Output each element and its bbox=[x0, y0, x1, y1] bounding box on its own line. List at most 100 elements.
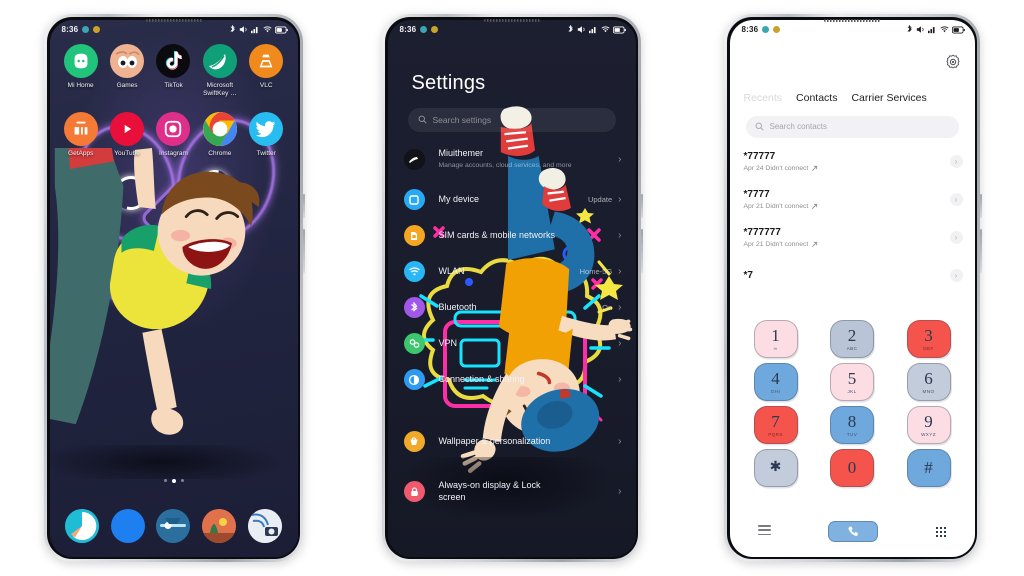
app-tiktok[interactable]: TikTok bbox=[151, 43, 195, 98]
app-chrome[interactable]: Chrome bbox=[198, 111, 242, 158]
app-instagram[interactable]: Instagram bbox=[151, 111, 195, 158]
dial-key-6[interactable]: 6 MNO bbox=[906, 362, 951, 401]
dial-key-8[interactable]: 8 TUV bbox=[830, 405, 874, 444]
bluetooth-icon bbox=[403, 297, 425, 318]
setting-title: SIM cards & mobile networks bbox=[438, 229, 556, 240]
tab-contacts[interactable]: Contacts bbox=[796, 92, 837, 104]
app-getapps[interactable]: GetApps bbox=[59, 111, 103, 158]
app-label: GetApps bbox=[68, 149, 94, 157]
dial-key-hash[interactable]: # bbox=[906, 448, 951, 487]
setting-title: Miuithemer bbox=[438, 148, 484, 159]
dial-key-9[interactable]: 9 WXYZ bbox=[906, 405, 951, 444]
setting-value: Home-5G bbox=[579, 267, 613, 276]
screenshot-stage: 8:36 Mi Home Games TikTok Microsoft Swif… bbox=[0, 0, 1024, 576]
search-icon bbox=[418, 115, 427, 124]
app-mi-home[interactable]: Mi Home bbox=[59, 43, 103, 98]
dialpad-grid-icon[interactable] bbox=[935, 526, 946, 537]
setting-item-wallpaper[interactable]: Wallpaper & personalization › bbox=[388, 424, 636, 460]
earpiece-speaker bbox=[824, 19, 880, 22]
chevron-right-icon: › bbox=[618, 485, 622, 497]
menu-icon[interactable] bbox=[758, 525, 772, 538]
account-avatar-icon bbox=[403, 149, 425, 170]
setting-item-wlan[interactable]: WLAN Home-5G › bbox=[388, 254, 636, 290]
call-number: *7 bbox=[743, 269, 753, 281]
dialer-bottom-bar bbox=[730, 515, 975, 549]
app-grid: Mi Home Games TikTok Microsoft SwiftKey … bbox=[50, 43, 298, 166]
call-button[interactable] bbox=[828, 521, 879, 542]
call-meta-text: Apr 24 Didn't connect bbox=[743, 165, 809, 172]
bluetooth-icon bbox=[907, 25, 912, 33]
chevron-right-icon[interactable]: › bbox=[949, 193, 963, 206]
dial-key-1[interactable]: 1 ∞ bbox=[753, 319, 798, 358]
call-log-row[interactable]: *7 › bbox=[730, 260, 975, 292]
app-swiftkey[interactable]: Microsoft SwiftKey … bbox=[198, 43, 242, 98]
setting-title: WLAN bbox=[438, 265, 465, 276]
chevron-right-icon[interactable]: › bbox=[949, 155, 963, 168]
search-contacts-field[interactable]: Search contacts bbox=[745, 115, 959, 138]
dial-key-2[interactable]: 2 ABC bbox=[830, 319, 874, 358]
app-label: VLC bbox=[259, 81, 273, 89]
search-icon bbox=[755, 122, 764, 131]
setting-item-my-device[interactable]: My device Update › bbox=[388, 182, 636, 218]
mi-home-icon bbox=[63, 43, 98, 78]
dial-key-5[interactable]: 5 JKL bbox=[830, 362, 874, 401]
status-badge-1 bbox=[762, 26, 770, 33]
dock-themes-icon[interactable] bbox=[65, 508, 100, 543]
setting-item-bluetooth[interactable]: Bluetooth On › bbox=[388, 290, 636, 326]
home-screen: 8:36 Mi Home Games TikTok Microsoft Swif… bbox=[49, 19, 298, 557]
status-time: 8:36 bbox=[741, 25, 759, 34]
setting-item-account[interactable]: Miuithemer Manage accounts, cloud servic… bbox=[388, 138, 636, 182]
app-games[interactable]: Games bbox=[105, 43, 149, 98]
dock-settings-icon[interactable] bbox=[156, 508, 191, 543]
outgoing-arrow-icon bbox=[812, 241, 818, 247]
call-log-row[interactable]: *777777 Apr 21 Didn't connect › bbox=[730, 222, 975, 254]
page-title: Settings bbox=[411, 71, 486, 94]
chevron-right-icon[interactable]: › bbox=[949, 269, 963, 282]
app-label: Instagram bbox=[159, 149, 188, 157]
app-youtube[interactable]: YouTube bbox=[105, 111, 149, 158]
call-meta-text: Apr 21 Didn't connect bbox=[743, 241, 809, 248]
status-badge-1 bbox=[82, 26, 90, 33]
dial-key-star[interactable]: ✱ bbox=[753, 448, 798, 487]
dial-key-number: 1 bbox=[771, 325, 780, 345]
app-vlc[interactable]: VLC bbox=[244, 43, 288, 98]
settings-list: Miuithemer Manage accounts, cloud servic… bbox=[388, 138, 636, 557]
tab-carrier-services[interactable]: Carrier Services bbox=[851, 92, 926, 104]
call-log-row[interactable]: *77777 Apr 24 Didn't connect › bbox=[730, 146, 975, 178]
app-twitter[interactable]: Twitter bbox=[244, 111, 288, 158]
dialpad-row: ✱ 0 # bbox=[753, 448, 951, 487]
setting-item-sim[interactable]: SIM cards & mobile networks › bbox=[388, 218, 636, 254]
dial-key-7[interactable]: 7 PQRS bbox=[753, 405, 798, 444]
outgoing-arrow-icon bbox=[812, 165, 818, 171]
dial-key-4[interactable]: 4 GHI bbox=[753, 362, 798, 401]
dock-camera-icon[interactable] bbox=[247, 508, 282, 543]
chevron-right-icon: › bbox=[618, 153, 622, 165]
dial-key-3[interactable]: 3 DEF bbox=[906, 319, 951, 358]
chevron-right-icon[interactable]: › bbox=[949, 231, 963, 244]
settings-gear-icon[interactable] bbox=[945, 54, 961, 75]
page-indicator bbox=[50, 478, 298, 483]
settings-screen: 8:36 Settings Search settings Miuithemer… bbox=[387, 19, 636, 557]
chevron-right-icon: › bbox=[618, 435, 622, 447]
setting-value: On bbox=[602, 303, 613, 312]
chevron-right-icon: › bbox=[618, 337, 622, 349]
setting-item-connection-sharing[interactable]: Connection & sharing › bbox=[388, 362, 636, 398]
setting-item-lock-screen[interactable]: Always-on display & Lock screen › bbox=[388, 470, 636, 514]
tab-recents[interactable]: Recents bbox=[744, 92, 783, 104]
dock-gallery-icon[interactable] bbox=[202, 508, 237, 543]
call-log-row[interactable]: *7777 Apr 21 Didn't connect › bbox=[730, 184, 975, 216]
search-settings-field[interactable]: Search settings bbox=[407, 107, 616, 132]
dial-key-0[interactable]: 0 bbox=[830, 448, 874, 487]
dial-key-number: 5 bbox=[847, 368, 857, 388]
dialpad-row: 1 ∞ 2 ABC 3 DEF bbox=[753, 319, 951, 358]
dial-key-letters: ABC bbox=[846, 345, 858, 351]
dial-key-number: 8 bbox=[847, 411, 857, 431]
setting-title: My device bbox=[438, 193, 480, 204]
connection-icon bbox=[403, 369, 425, 390]
setting-item-vpn[interactable]: VPN › bbox=[388, 326, 636, 362]
bluetooth-icon bbox=[230, 25, 235, 33]
status-badge-2 bbox=[773, 26, 781, 33]
search-placeholder: Search settings bbox=[432, 114, 492, 125]
dock-browser-icon[interactable] bbox=[110, 508, 145, 543]
device-icon bbox=[403, 189, 425, 210]
